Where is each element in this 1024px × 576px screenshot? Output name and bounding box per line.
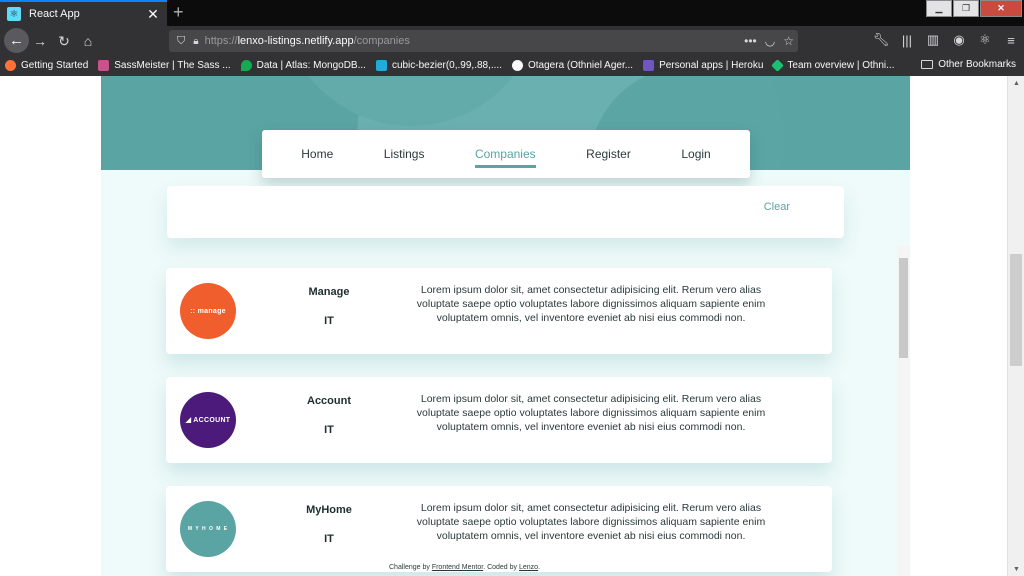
forward-icon[interactable]: → bbox=[30, 31, 50, 51]
browser-navbar: ← → ↻ ⌂ ⛉ 🔒︎ https://lenxo-listings.netl… bbox=[0, 26, 1024, 55]
home-icon[interactable]: ⌂ bbox=[78, 31, 98, 51]
company-description: Lorem ipsum dolor sit, amet consectetur … bbox=[416, 393, 766, 433]
main-nav: Home Listings Companies Register Login bbox=[262, 130, 750, 178]
nav-home[interactable]: Home bbox=[301, 143, 333, 165]
minimize-button[interactable]: ▁ bbox=[926, 0, 952, 17]
pocket-icon[interactable]: ◡ bbox=[765, 34, 775, 48]
wrench-icon[interactable]: 🔧︎ bbox=[872, 30, 890, 50]
page: Home Listings Companies Register Login C… bbox=[101, 76, 910, 576]
inner-scroll-thumb[interactable] bbox=[899, 258, 908, 358]
bookmark-item[interactable]: Personal apps | Heroku bbox=[638, 60, 768, 71]
bookmarks-bar: Getting Started SassMeister | The Sass .… bbox=[0, 55, 1024, 76]
company-category: IT bbox=[324, 315, 334, 327]
company-card[interactable]: M Y H O M E MyHome IT Lorem ipsum dolor … bbox=[166, 486, 832, 572]
url-bar[interactable]: ⛉ 🔒︎ https://lenxo-listings.netlify.app/… bbox=[169, 30, 798, 52]
library-icon[interactable]: ||| bbox=[898, 30, 916, 50]
scroll-up-icon[interactable]: ▲ bbox=[1008, 76, 1024, 90]
bookmark-item[interactable]: SassMeister | The Sass ... bbox=[93, 60, 235, 71]
tab-title: React App bbox=[29, 8, 80, 20]
page-viewport: Home Listings Companies Register Login C… bbox=[0, 76, 1024, 576]
company-category: IT bbox=[324, 424, 334, 436]
page-footer: Challenge by Frontend Mentor. Coded by L… bbox=[389, 564, 541, 571]
nav-listings[interactable]: Listings bbox=[384, 143, 425, 165]
page-scrollbar[interactable]: ▲ ▼ bbox=[1007, 76, 1024, 576]
company-logo: M Y H O M E bbox=[180, 501, 236, 557]
menu-icon[interactable]: ≡ bbox=[1002, 30, 1020, 50]
back-icon[interactable]: ← bbox=[4, 28, 29, 53]
shield-icon[interactable]: ⛉ bbox=[177, 35, 185, 48]
company-logo: :: manage bbox=[180, 283, 236, 339]
company-name: Manage bbox=[308, 286, 350, 298]
nav-register[interactable]: Register bbox=[586, 143, 631, 165]
github-icon bbox=[512, 60, 523, 71]
window-controls: ▁ ❐ ✕ bbox=[925, 0, 1022, 17]
company-description: Lorem ipsum dolor sit, amet consectetur … bbox=[416, 502, 766, 542]
lock-icon[interactable]: 🔒︎ bbox=[193, 36, 198, 47]
scroll-thumb[interactable] bbox=[1010, 254, 1022, 366]
url-text: https://lenxo-listings.netlify.app/compa… bbox=[204, 35, 410, 47]
mongodb-leaf-icon bbox=[240, 60, 252, 71]
inner-scrollbar[interactable] bbox=[897, 246, 910, 576]
sidebar-icon[interactable]: ▥ bbox=[924, 30, 942, 50]
scroll-down-icon[interactable]: ▼ bbox=[1008, 562, 1024, 576]
company-name: MyHome bbox=[306, 504, 352, 516]
bookmark-item[interactable]: cubic-bezier(0,.99,.88,.... bbox=[371, 60, 507, 71]
browser-titlebar: ⚛ React App ✕ + ▁ ❐ ✕ bbox=[0, 0, 1024, 26]
react-favicon-icon: ⚛ bbox=[7, 7, 21, 21]
browser-tab[interactable]: ⚛ React App ✕ bbox=[0, 0, 167, 26]
react-devtools-icon[interactable]: ⚛ bbox=[976, 30, 994, 50]
folder-icon bbox=[921, 60, 934, 69]
cubic-bezier-icon bbox=[375, 60, 387, 71]
bookmark-item[interactable]: Data | Atlas: MongoDB... bbox=[236, 60, 371, 71]
tab-close-icon[interactable]: ✕ bbox=[145, 6, 161, 23]
company-logo: ◢ ACCOUNT bbox=[180, 392, 236, 448]
clear-button[interactable]: Clear bbox=[764, 201, 790, 213]
restore-button[interactable]: ❐ bbox=[953, 0, 979, 17]
reload-icon[interactable]: ↻ bbox=[54, 31, 74, 51]
nav-login[interactable]: Login bbox=[681, 143, 710, 165]
team-icon bbox=[771, 59, 785, 72]
other-bookmarks[interactable]: Other Bookmarks bbox=[921, 59, 1016, 70]
company-card[interactable]: :: manage Manage IT Lorem ipsum dolor si… bbox=[166, 268, 832, 354]
bookmark-item[interactable]: Otagera (Othniel Ager... bbox=[507, 60, 638, 71]
close-window-button[interactable]: ✕ bbox=[980, 0, 1022, 17]
new-tab-button[interactable]: + bbox=[173, 2, 184, 23]
bookmark-item[interactable]: Getting Started bbox=[0, 60, 93, 71]
company-card[interactable]: ◢ ACCOUNT Account IT Lorem ipsum dolor s… bbox=[166, 377, 832, 463]
heroku-icon bbox=[643, 60, 655, 71]
author-link[interactable]: Lenzo bbox=[519, 564, 538, 571]
bookmark-star-icon[interactable]: ☆ bbox=[783, 34, 794, 48]
bookmark-item[interactable]: Team overview | Othni... bbox=[768, 59, 899, 72]
extension-icon[interactable]: ◉ bbox=[950, 30, 968, 50]
nav-companies[interactable]: Companies bbox=[474, 143, 536, 168]
page-actions-icon[interactable]: ••• bbox=[744, 34, 757, 48]
company-name: Account bbox=[307, 395, 351, 407]
firefox-icon bbox=[5, 60, 16, 71]
company-description: Lorem ipsum dolor sit, amet consectetur … bbox=[416, 284, 766, 324]
sassmeister-icon bbox=[98, 60, 110, 71]
company-category: IT bbox=[324, 533, 334, 545]
frontend-mentor-link[interactable]: Frontend Mentor bbox=[432, 564, 483, 571]
filter-bar: Clear bbox=[167, 186, 844, 238]
